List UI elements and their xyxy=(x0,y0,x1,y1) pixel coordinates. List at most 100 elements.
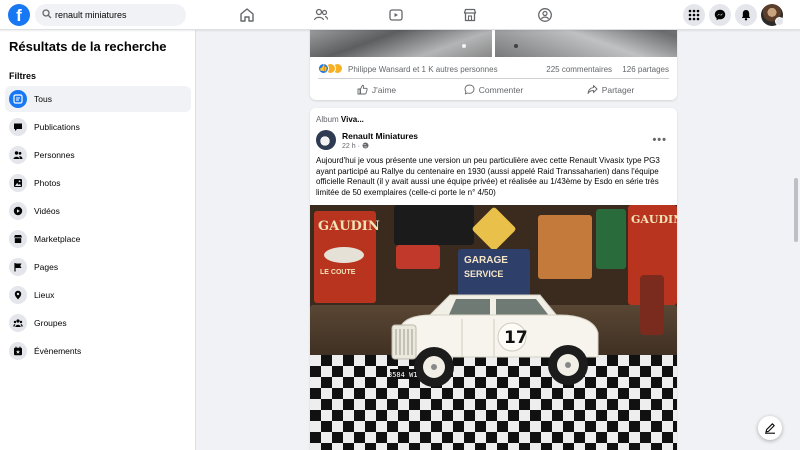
like-label: J'aime xyxy=(371,85,397,95)
page-name-link[interactable]: Renault Miniatures xyxy=(342,131,418,141)
sidebar-item-label: Lieux xyxy=(34,290,55,300)
reactions-summary[interactable]: Philippe Wansard et 1 K autres personnes xyxy=(348,65,498,74)
red-panel xyxy=(396,245,440,269)
search-input[interactable] xyxy=(55,7,180,23)
groups-icon xyxy=(9,314,27,332)
like-icon xyxy=(357,84,368,95)
license-plate: 3584 W1 xyxy=(390,371,418,379)
sidebar-item-label: Groupes xyxy=(34,318,67,328)
post-action-bar: J'aime Commenter Partager xyxy=(318,78,669,98)
comments-count[interactable]: 225 commentaires xyxy=(546,65,612,74)
shares-count[interactable]: 126 partages xyxy=(622,65,669,74)
events-icon xyxy=(9,342,27,360)
scrollbar-thumb[interactable] xyxy=(794,178,798,242)
sidebar-item-people[interactable]: Personnes xyxy=(5,142,191,168)
pages-icon xyxy=(9,258,27,276)
renault-diamond-sign xyxy=(471,206,517,252)
post-card: Album Viva... Renault Miniatures 22 h · … xyxy=(310,108,677,450)
grid-menu-icon xyxy=(688,9,700,21)
sidebar-item-photos[interactable]: Photos xyxy=(5,170,191,196)
reaction-icons[interactable]: 👍 xyxy=(318,63,350,75)
account-chevron-icon[interactable] xyxy=(775,17,784,26)
race-number: 17 xyxy=(504,328,528,348)
sign-subtext: SERVICE xyxy=(464,269,504,279)
all-icon xyxy=(9,90,27,108)
sidebar-item-label: Tous xyxy=(34,94,52,104)
album-prefix: Album xyxy=(316,115,339,124)
sidebar-item-label: Publications xyxy=(34,122,80,132)
dark-panel xyxy=(394,205,474,245)
sidebar-title: Résultats de la recherche xyxy=(9,39,167,54)
filters-label: Filtres xyxy=(9,71,37,81)
watch-icon[interactable] xyxy=(388,7,404,23)
sidebar-item-label: Personnes xyxy=(34,150,75,160)
sidebar-item-videos[interactable]: Vidéos xyxy=(5,198,191,224)
sidebar-item-label: Évènements xyxy=(34,346,82,356)
facebook-logo[interactable]: f xyxy=(8,4,30,26)
friends-icon[interactable] xyxy=(313,7,329,23)
comment-button[interactable]: Commenter xyxy=(435,84,552,98)
messenger-button[interactable] xyxy=(709,4,731,26)
sign-subtext: LE COUTE xyxy=(320,269,356,276)
posts-icon xyxy=(9,118,27,136)
carousel-dot xyxy=(514,44,518,48)
carousel-dot xyxy=(462,44,466,48)
videos-icon xyxy=(9,202,27,220)
bell-icon xyxy=(741,10,751,21)
like-button[interactable]: J'aime xyxy=(318,84,435,98)
post-timestamp[interactable]: 22 h · xyxy=(342,142,369,150)
comment-label: Commenter xyxy=(478,85,524,95)
sidebar-item-posts[interactable]: Publications xyxy=(5,114,191,140)
share-button[interactable]: Partager xyxy=(552,84,669,98)
share-icon xyxy=(587,85,598,94)
sign-text: GARAGE xyxy=(464,255,508,266)
sidebar-item-all[interactable]: Tous xyxy=(5,86,191,112)
sidebar-item-label: Marketplace xyxy=(34,234,81,244)
sign-graphic xyxy=(324,247,364,263)
groups-icon[interactable] xyxy=(537,7,553,23)
search-icon xyxy=(42,9,52,19)
oil-barrel xyxy=(640,275,664,335)
search-sidebar: Résultats de la recherche Filtres Tous P… xyxy=(0,30,196,450)
messenger-icon xyxy=(714,9,726,21)
sidebar-item-marketplace[interactable]: Marketplace xyxy=(5,226,191,252)
top-navigation-bar: f xyxy=(0,0,800,30)
comment-icon xyxy=(464,84,475,95)
gaudin-sign-left: GAUDIN LE COUTE xyxy=(314,211,380,303)
album-line: Album Viva... xyxy=(316,115,364,124)
notifications-button[interactable] xyxy=(735,4,757,26)
wall-panel xyxy=(538,215,592,279)
marketplace-icon xyxy=(9,230,27,248)
page-avatar[interactable] xyxy=(316,130,336,150)
menu-button[interactable] xyxy=(683,4,705,26)
places-icon xyxy=(9,286,27,304)
page-scrollbar[interactable] xyxy=(792,30,800,450)
globe-icon xyxy=(362,142,369,149)
search-box[interactable] xyxy=(35,4,186,26)
sidebar-item-places[interactable]: Lieux xyxy=(5,282,191,308)
post-text: Aujourd'hui je vous présente une version… xyxy=(316,156,660,197)
people-icon xyxy=(9,146,27,164)
sign-text: GAUDIN xyxy=(631,213,677,226)
marketplace-icon[interactable] xyxy=(462,7,478,23)
post-options-button[interactable]: ••• xyxy=(652,134,667,146)
post-stats: 225 commentaires 126 partages xyxy=(538,65,669,74)
sidebar-item-pages[interactable]: Pages xyxy=(5,254,191,280)
sign-text: GAUDIN xyxy=(318,219,380,234)
home-icon[interactable] xyxy=(239,7,255,23)
album-link[interactable]: Viva... xyxy=(341,115,364,124)
new-message-button[interactable] xyxy=(758,416,782,440)
sidebar-item-label: Pages xyxy=(34,262,59,272)
sidebar-item-label: Photos xyxy=(34,178,61,188)
sidebar-item-events[interactable]: Évènements xyxy=(5,338,191,364)
post-main-photo[interactable]: GAUDIN LE COUTE GARAGE SERVICE GAUDIN xyxy=(310,205,677,450)
compose-icon xyxy=(765,423,775,434)
model-car: 17 3584 W1 xyxy=(390,294,599,387)
post-time-text: 22 h · xyxy=(342,143,360,150)
sidebar-item-groups[interactable]: Groupes xyxy=(5,310,191,336)
green-panel xyxy=(596,209,626,269)
photos-icon xyxy=(9,174,27,192)
share-label: Partager xyxy=(601,85,635,95)
like-reaction-icon: 👍 xyxy=(318,63,329,74)
sidebar-item-label: Vidéos xyxy=(34,206,60,216)
